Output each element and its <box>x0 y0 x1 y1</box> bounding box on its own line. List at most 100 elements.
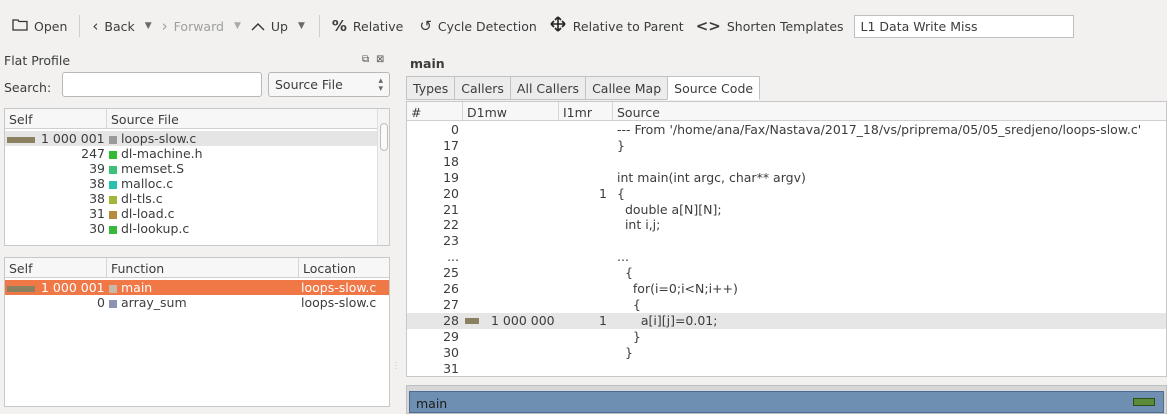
source-file-row[interactable]: 39 memset.S <box>5 161 389 176</box>
source-line-row[interactable]: 25 { <box>407 265 1166 281</box>
folder-icon <box>12 17 28 35</box>
back-dropdown-arrow[interactable]: ▼ <box>145 21 152 31</box>
chevron-left-icon: ‹ <box>92 17 99 35</box>
shorten-templates-toggle[interactable]: <> Shorten Templates <box>692 13 848 39</box>
source-line-row[interactable]: 23 <box>407 233 1166 249</box>
source-code-text: int i,j; <box>617 217 661 233</box>
column-header-line[interactable]: # <box>407 102 463 121</box>
birds-eye-view-icon[interactable] <box>1133 398 1155 406</box>
file-color-swatch-icon <box>109 150 117 159</box>
source-file-row[interactable]: 30 dl-lookup.c <box>5 221 389 236</box>
source-file-row[interactable]: 31 dl-load.c <box>5 206 389 221</box>
dock-close-icon[interactable]: ⊠ <box>376 54 384 65</box>
column-header-self[interactable]: Self <box>5 258 107 278</box>
source-code-text <box>617 154 1166 170</box>
scrollbar-thumb[interactable] <box>380 123 388 151</box>
forward-button[interactable]: › Forward <box>158 13 228 39</box>
source-code-text: int main(int argc, char** argv) <box>617 169 806 185</box>
self-value: 1 000 001 <box>41 131 105 146</box>
splitter-handle[interactable]: ... <box>395 359 397 371</box>
source-line-row[interactable]: ...... <box>407 249 1166 265</box>
source-file-row[interactable]: 247 dl-machine.h <box>5 146 389 161</box>
self-value: 38 <box>89 191 105 206</box>
source-line-row[interactable]: 26 for(i=0;i<N;i++) <box>407 281 1166 297</box>
tab-all-callers[interactable]: All Callers <box>509 76 586 100</box>
tab-callee-map[interactable]: Callee Map <box>585 76 668 100</box>
line-number: 30 <box>443 344 459 360</box>
relative-to-parent-label: Relative to Parent <box>572 18 684 34</box>
source-line-row[interactable]: 28 1 000 000 1 a[i][j]=0.01; <box>407 312 1166 329</box>
source-line-row[interactable]: 30 } <box>407 345 1166 361</box>
source-code-text: ... <box>617 249 629 265</box>
column-header-self[interactable]: Self <box>5 109 107 129</box>
source-code-text: } <box>617 344 633 360</box>
up-button[interactable]: Up <box>247 13 292 39</box>
d1mw-cell <box>463 281 559 297</box>
source-file-name-cell: dl-lookup.c <box>105 221 365 236</box>
tab-source-code[interactable]: Source Code <box>667 76 761 100</box>
d1mw-cell <box>463 345 559 361</box>
relative-to-parent-toggle[interactable]: Relative to Parent <box>545 13 688 39</box>
line-number: 0 <box>451 122 459 137</box>
source-code-text: { <box>617 265 633 281</box>
function-row[interactable]: 1 000 001 main loops-slow.c <box>5 280 389 295</box>
open-button[interactable]: Open <box>8 13 71 39</box>
column-header-source-file[interactable]: Source File <box>107 109 379 129</box>
percent-icon: % <box>331 17 347 35</box>
source-line-row[interactable]: 20 1 { <box>407 186 1166 202</box>
i1mr-value: 1 <box>599 312 607 328</box>
source-file-row[interactable]: 38 malloc.c <box>5 176 389 191</box>
d1mw-cell <box>463 217 559 233</box>
source-line-row[interactable]: 21 double a[N][N]; <box>407 202 1166 218</box>
source-file-row[interactable]: 38 dl-tls.c <box>5 191 389 206</box>
function-row[interactable]: 0 array_sum loops-slow.c <box>5 295 389 310</box>
line-number: 19 <box>443 169 459 185</box>
source-line-row[interactable]: 17} <box>407 138 1166 154</box>
tab-types[interactable]: Types <box>406 76 455 100</box>
source-line-row[interactable]: 18 <box>407 154 1166 170</box>
function-location: loops-slow.c <box>301 280 377 295</box>
i1mr-value <box>559 154 607 170</box>
source-line-row[interactable]: 19 int main(int argc, char** argv) <box>407 170 1166 186</box>
column-header-source[interactable]: Source <box>613 102 1166 121</box>
column-header-location[interactable]: Location <box>299 258 389 278</box>
cost-bar <box>7 136 35 143</box>
event-type-combobox[interactable]: L1 Data Write Miss <box>853 14 1074 38</box>
back-button[interactable]: ‹ Back <box>88 13 138 39</box>
self-value: 1 000 001 <box>41 280 105 295</box>
source-line-row[interactable]: 31 <box>407 361 1166 377</box>
source-file-name: malloc.c <box>121 176 174 191</box>
relative-toggle[interactable]: % Relative <box>328 13 407 39</box>
column-header-function[interactable]: Function <box>107 258 299 278</box>
i1mr-value <box>559 233 607 249</box>
vertical-scrollbar[interactable] <box>377 109 389 245</box>
file-color-swatch-icon <box>109 135 117 144</box>
i1mr-value <box>559 281 607 297</box>
column-header-d1mw[interactable]: D1mw <box>463 102 559 121</box>
source-line-row[interactable]: 27 { <box>407 297 1166 313</box>
function-name: main <box>121 280 153 295</box>
source-line-row[interactable]: 22 int i,j; <box>407 217 1166 233</box>
d1mw-cell <box>463 329 559 345</box>
i1mr-value <box>559 345 607 361</box>
dock-float-icon[interactable]: ⧉ <box>362 54 369 65</box>
search-input[interactable] <box>62 72 262 97</box>
function-table: Self Function Location 1 000 001 main loop… <box>4 257 390 407</box>
group-by-combobox[interactable]: Source File ▴ ▾ <box>268 72 390 97</box>
source-line-row[interactable]: 29 } <box>407 329 1166 345</box>
function-color-swatch-icon <box>109 299 117 308</box>
forward-dropdown-arrow[interactable]: ▼ <box>234 21 241 31</box>
up-dropdown-arrow[interactable]: ▼ <box>298 21 305 31</box>
i1mr-value <box>559 170 607 186</box>
horizontal-scrollbar[interactable] <box>406 377 1167 385</box>
call-graph-node-main[interactable]: main <box>409 391 1164 413</box>
function-name: array_sum <box>121 295 187 310</box>
relative-label: Relative <box>352 18 404 34</box>
column-header-i1mr[interactable]: I1mr <box>559 102 613 121</box>
line-number: 18 <box>443 153 459 169</box>
source-line-row[interactable]: 0 --- From '/home/ana/Fax/Nastava/2017_18… <box>407 122 1166 138</box>
source-file-row[interactable]: 1 000 001 loops-slow.c <box>5 131 389 146</box>
d1mw-cell: 1 000 000 <box>463 313 559 329</box>
cycle-detection-toggle[interactable]: ↺ Cycle Detection <box>415 13 540 39</box>
tab-callers[interactable]: Callers <box>454 76 510 100</box>
